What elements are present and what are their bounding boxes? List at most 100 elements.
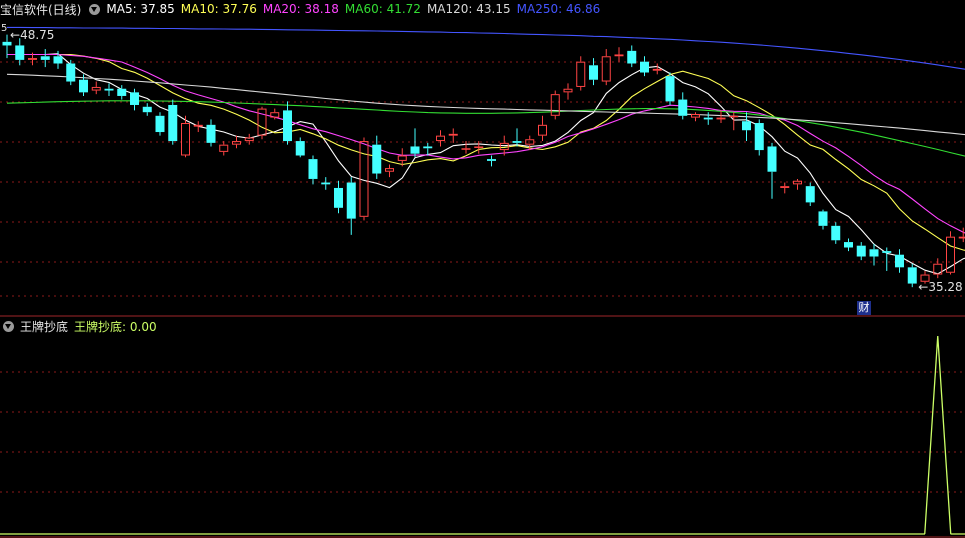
candle — [844, 238, 853, 252]
candle — [640, 56, 649, 77]
candle-body — [385, 168, 394, 172]
candle-body — [372, 144, 382, 174]
candle-body — [461, 148, 471, 150]
indicator-value: 王牌抄底: 0.00 — [74, 319, 157, 334]
candle — [831, 222, 841, 244]
candle-body — [410, 146, 420, 154]
ma-line-ma5 — [7, 53, 965, 275]
candle-body — [232, 141, 241, 145]
ma-legend-item: MA10: 37.76 — [180, 2, 257, 16]
ma-legend-item: MA250: 46.86 — [516, 2, 601, 16]
dropdown-circle-icon[interactable] — [3, 320, 14, 332]
candle-body — [818, 211, 828, 226]
candle-body — [117, 88, 127, 96]
candle — [703, 112, 713, 125]
candle-body — [130, 92, 139, 105]
candle-body — [589, 65, 598, 80]
candle-body — [614, 54, 624, 57]
candle-body — [793, 180, 802, 185]
candle — [244, 133, 254, 145]
candle — [410, 128, 420, 158]
candle-body — [831, 225, 841, 241]
high-price-label: ←48.75 — [10, 28, 54, 42]
ma-legend-item: MA5: 37.85 — [106, 2, 175, 16]
ma-legend-item: MA60: 41.72 — [344, 2, 421, 16]
candle-body — [869, 249, 879, 257]
candle — [805, 182, 815, 206]
candle — [295, 137, 305, 158]
ma-line-ma120 — [6, 73, 965, 137]
candle-body — [79, 79, 88, 93]
candle — [793, 178, 802, 190]
candle — [538, 115, 547, 142]
kline-chart[interactable] — [0, 0, 965, 538]
candle — [66, 59, 76, 86]
ma-line-ma250 — [7, 26, 965, 72]
candle — [614, 47, 624, 62]
candle — [448, 128, 458, 143]
candle — [359, 137, 369, 221]
candle-body — [856, 245, 866, 257]
indicator-line — [0, 335, 965, 535]
candle-body — [640, 61, 649, 73]
finance-badge[interactable]: 财 — [857, 301, 871, 315]
candle-body — [716, 117, 726, 120]
candle-body — [206, 124, 216, 143]
candle-body — [66, 63, 76, 82]
candle-body — [244, 137, 254, 142]
candle — [334, 180, 343, 214]
candle — [601, 49, 611, 86]
candle-body — [436, 135, 445, 142]
dropdown-circle-icon[interactable] — [89, 3, 101, 15]
arrow-left-icon: ← — [918, 280, 929, 295]
candle-body — [487, 159, 496, 161]
high-price-value: 48.75 — [20, 27, 55, 42]
candle-body — [576, 61, 586, 87]
candle — [474, 141, 484, 154]
candle — [665, 72, 675, 105]
candle — [563, 83, 573, 100]
candle-body — [627, 50, 637, 64]
candle-body — [15, 45, 25, 60]
candle — [895, 249, 904, 273]
indicator-grid — [0, 371, 965, 493]
candle-body — [448, 133, 458, 136]
candle — [385, 164, 394, 178]
arrow-left-icon: ← — [10, 27, 21, 42]
candle-body — [321, 182, 331, 185]
candle — [219, 141, 229, 156]
candle — [907, 263, 917, 288]
candle — [91, 81, 101, 95]
candle — [576, 56, 586, 91]
candle — [754, 119, 764, 156]
ma-legend: MA5: 37.85 MA10: 37.76 MA20: 38.18 MA60: 41… — [106, 2, 606, 16]
candle-body — [665, 76, 675, 102]
chart-title: 宝信软件(日线) — [0, 2, 82, 17]
candle — [550, 90, 560, 120]
candle — [512, 128, 522, 147]
candle — [818, 209, 828, 230]
candle-body — [53, 56, 63, 64]
candle-body — [334, 187, 343, 208]
indicator-header: 王牌抄底 王牌抄底: 0.00 — [0, 318, 163, 334]
ma-legend-item: MA120: 43.15 — [426, 2, 511, 16]
candle — [232, 135, 241, 149]
candle — [487, 155, 496, 167]
candle-body — [691, 114, 700, 118]
candle-body — [142, 106, 152, 113]
candle — [130, 88, 139, 111]
candle-body — [563, 88, 573, 93]
candle — [716, 110, 726, 124]
candle — [15, 38, 25, 66]
candle-body — [958, 236, 965, 239]
candle-body — [91, 86, 101, 91]
main-header: 宝信软件(日线) MA5: 37.85 MA10: 37.76 MA20: 38.1… — [0, 1, 606, 17]
candle — [142, 103, 152, 116]
ma-legend-item: MA20: 38.18 — [262, 2, 339, 16]
candle — [308, 155, 318, 185]
candle-body — [155, 115, 165, 133]
candle-body — [474, 146, 484, 148]
candle-body — [754, 123, 764, 151]
candle — [767, 142, 777, 199]
candle-body — [104, 88, 114, 91]
